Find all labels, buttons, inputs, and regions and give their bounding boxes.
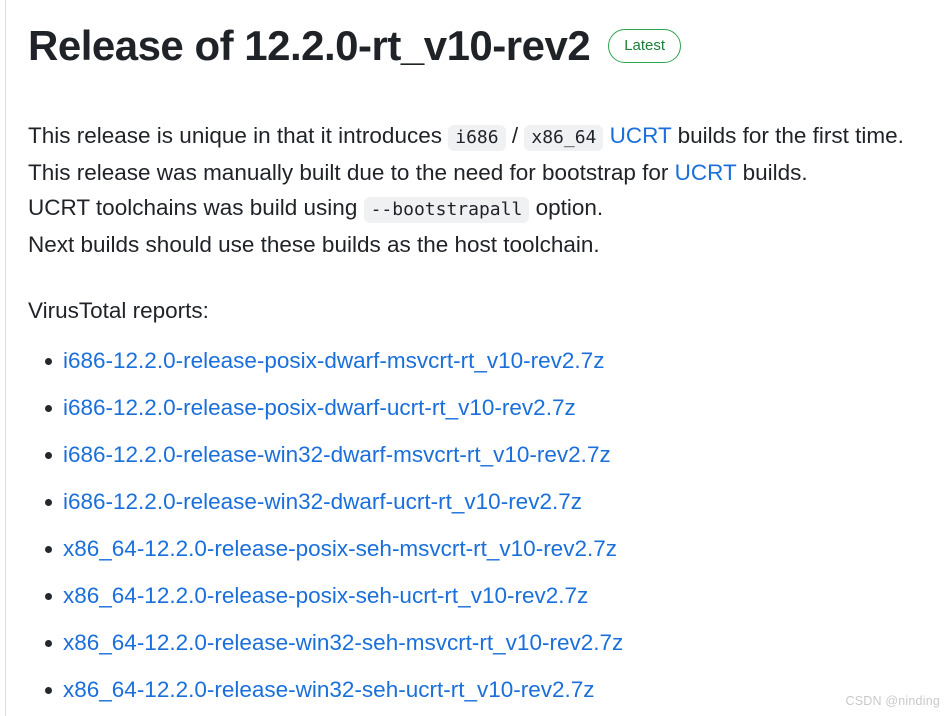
report-link[interactable]: i686-12.2.0-release-win32-dwarf-msvcrt-r… [63,442,611,467]
report-link[interactable]: i686-12.2.0-release-win32-dwarf-ucrt-rt_… [63,489,582,514]
virustotal-reports-label: VirusTotal reports: [28,298,209,324]
line3-text-after: option. [529,195,604,221]
inline-code-bootstrapall: --bootstrapall [363,197,530,224]
line3-text-before: UCRT toolchains was build using [28,195,364,221]
report-link[interactable]: x86_64-12.2.0-release-win32-seh-ucrt-rt_… [63,677,595,702]
virustotal-report-list: i686-12.2.0-release-posix-dwarf-msvcrt-r… [28,347,942,704]
line1-text-before: This release is unique in that it introd… [28,123,449,149]
description-line-1: This release is unique in that it introd… [28,118,942,155]
list-item: i686-12.2.0-release-posix-dwarf-msvcrt-r… [28,347,942,375]
ucrt-link-1[interactable]: UCRT [610,123,672,148]
line1-separator: / [505,123,525,149]
description-line-2: This release was manually built due to t… [28,155,942,190]
report-link[interactable]: x86_64-12.2.0-release-posix-seh-ucrt-rt_… [63,583,588,608]
list-item: i686-12.2.0-release-win32-dwarf-ucrt-rt_… [28,488,942,516]
description-line-3: UCRT toolchains was build using --bootst… [28,190,942,227]
release-description: This release is unique in that it introd… [28,118,942,262]
list-item: x86_64-12.2.0-release-win32-seh-ucrt-rt_… [28,676,942,704]
list-item: x86_64-12.2.0-release-win32-seh-msvcrt-r… [28,629,942,657]
inline-code-i686: i686 [448,125,506,152]
watermark: CSDN @ninding [845,694,940,708]
list-item: x86_64-12.2.0-release-posix-seh-msvcrt-r… [28,535,942,563]
list-item: x86_64-12.2.0-release-posix-seh-ucrt-rt_… [28,582,942,610]
status-badge-latest: Latest [608,29,682,64]
description-line-4: Next builds should use these builds as t… [28,232,600,258]
release-header: Release of 12.2.0-rt_v10-rev2 Latest [28,22,942,70]
line1-text-after: builds for the first time. [671,123,904,149]
list-item: i686-12.2.0-release-win32-dwarf-msvcrt-r… [28,441,942,469]
line2-text-before: This release was manually built due to t… [28,160,675,186]
line2-text-after: builds. [736,160,808,186]
report-link[interactable]: x86_64-12.2.0-release-posix-seh-msvcrt-r… [63,536,617,561]
report-link[interactable]: i686-12.2.0-release-posix-dwarf-ucrt-rt_… [63,395,576,420]
release-page: Release of 12.2.0-rt_v10-rev2 Latest Thi… [0,0,952,716]
ucrt-link-2[interactable]: UCRT [675,160,737,185]
report-link[interactable]: i686-12.2.0-release-posix-dwarf-msvcrt-r… [63,348,604,373]
list-item: i686-12.2.0-release-posix-dwarf-ucrt-rt_… [28,394,942,422]
report-link[interactable]: x86_64-12.2.0-release-win32-seh-msvcrt-r… [63,630,623,655]
page-title: Release of 12.2.0-rt_v10-rev2 [28,22,591,69]
inline-code-x86-64: x86_64 [524,125,604,152]
